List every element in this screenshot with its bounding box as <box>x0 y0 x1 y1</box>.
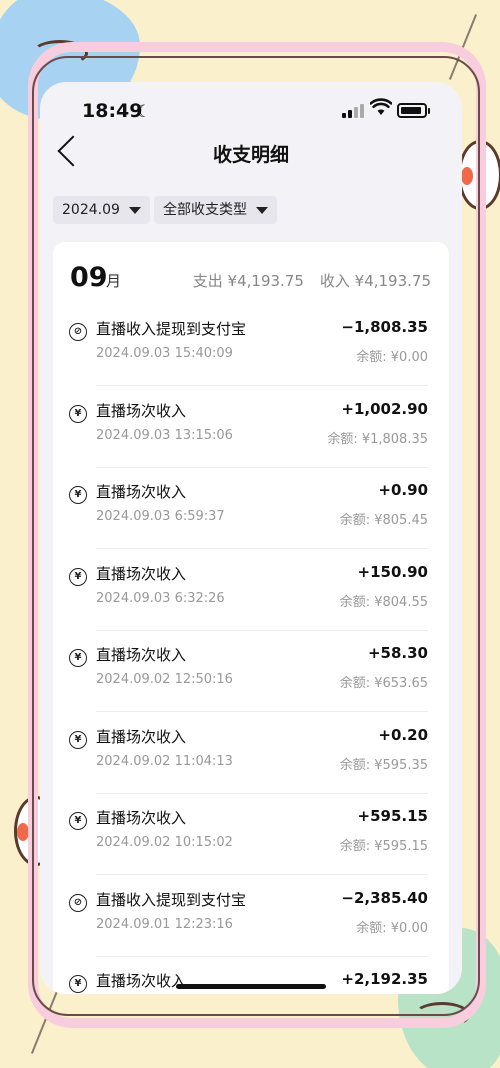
transaction-title: 直播场次收入 <box>96 483 187 501</box>
transaction-balance: 余额: ¥0.00 <box>356 920 428 936</box>
transaction-time: 2024.09.03 6:59:37 <box>96 509 225 524</box>
transaction-balance: 余额: ¥595.15 <box>339 839 428 854</box>
battery-icon <box>397 103 430 118</box>
transaction-amount: −1,808.35 <box>341 318 428 336</box>
month-unit: 月 <box>106 272 122 290</box>
income-icon: ¥ <box>69 730 87 749</box>
transaction-balance: 余额: ¥804.55 <box>339 594 428 610</box>
month-summary: 支出 ¥4,193.75 收入 ¥4,193.75 <box>193 270 431 291</box>
transaction-time: 2024.09.02 12:50:16 <box>96 672 233 687</box>
wifi-icon <box>369 98 393 121</box>
transaction-row[interactable]: ⊘ 直播收入提现到支付宝 2024.09.01 12:23:16 −2,385.40 余… <box>53 875 449 957</box>
phone-screen: 18:49 ☾ 收支明细 2024.09 全部收支类型 09 月 支出 ¥4,1… <box>40 82 462 994</box>
transaction-title: 直播场次收入 <box>96 972 187 990</box>
month-filter-dropdown[interactable]: 2024.09 <box>53 196 150 224</box>
transaction-row[interactable]: ¥ 直播场次收入 2024.09.02 12:50:16 +58.30 余额: ¥653… <box>53 630 449 712</box>
withdraw-icon: ⊘ <box>69 323 87 341</box>
transaction-amount: +58.30 <box>367 644 428 662</box>
transaction-time: 2024.09.03 6:32:26 <box>96 590 225 606</box>
income-icon: ¥ <box>69 975 87 993</box>
transaction-time: 2024.09.03 13:15:06 <box>96 427 233 443</box>
type-filter-label: 全部收支类型 <box>163 202 247 218</box>
caret-down-icon <box>256 207 268 214</box>
transaction-amount: +595.15 <box>357 807 428 825</box>
caret-down-icon <box>128 207 141 214</box>
transaction-title: 直播场次收入 <box>96 727 187 746</box>
income-icon: ¥ <box>69 812 87 830</box>
income-icon: ¥ <box>69 486 87 504</box>
transaction-title: 直播场次收入 <box>96 564 187 583</box>
month-number: 09 <box>70 262 108 293</box>
transaction-time: 2024.09.03 15:40:09 <box>96 346 233 361</box>
home-indicator[interactable] <box>176 984 326 989</box>
transaction-time: 2024.09.02 11:04:13 <box>96 753 233 769</box>
transaction-row[interactable]: ¥ 直播场次收入 2024.09.02 10:15:02 +595.15 余额: ¥59… <box>53 793 449 875</box>
transaction-amount: +2,192.35 <box>341 970 428 988</box>
transaction-title: 直播场次收入 <box>96 646 187 664</box>
income-total: 收入 ¥4,193.75 <box>319 272 431 290</box>
transaction-row[interactable]: ¥ 直播场次收入 2024.09.03 6:32:26 +150.90 余额: ¥804… <box>53 549 449 631</box>
transaction-amount: +0.20 <box>378 725 428 744</box>
transaction-time: 2024.09.02 10:15:02 <box>96 835 233 850</box>
transaction-row[interactable]: ⊘ 直播收入提现到支付宝 2024.09.03 15:40:09 −1,808.35 余… <box>53 304 449 386</box>
transaction-balance: 余额: ¥1,808.35 <box>327 431 428 447</box>
page-title: 收支明细 <box>212 144 289 166</box>
transaction-title: 直播场次收入 <box>96 401 187 420</box>
transaction-row[interactable]: ¥ 直播场次收入 2024.09.03 13:15:06 +1,002.90 余额: ¥… <box>53 386 449 468</box>
transaction-amount: +1,002.90 <box>341 399 428 418</box>
transaction-amount: −2,385.40 <box>341 888 428 907</box>
income-icon: ¥ <box>69 649 87 667</box>
transaction-balance: 余额: ¥805.45 <box>339 513 428 528</box>
transaction-time: 2024.09.01 12:23:16 <box>96 916 233 932</box>
income-icon: ¥ <box>69 567 87 586</box>
transaction-amount: +0.90 <box>378 481 428 499</box>
transaction-amount: +150.90 <box>357 562 428 581</box>
moon-icon: ☾ <box>136 102 152 122</box>
transaction-title: 直播收入提现到支付宝 <box>96 320 247 338</box>
transaction-row[interactable]: ¥ 直播场次收入 2024.09.02 11:04:13 +0.20 余额: ¥595.… <box>53 712 449 794</box>
transaction-balance: 余额: ¥595.35 <box>339 757 428 773</box>
transaction-balance: 余额: ¥0.00 <box>356 350 428 365</box>
transaction-balance: 余额: ¥653.65 <box>339 676 428 691</box>
transaction-title: 直播收入提现到支付宝 <box>96 890 247 909</box>
status-time: 18:49 <box>82 100 143 122</box>
status-bar: 18:49 ☾ <box>40 82 462 142</box>
income-icon: ¥ <box>69 404 87 423</box>
type-filter-dropdown[interactable]: 全部收支类型 <box>154 196 277 224</box>
expense-total: 支出 ¥4,193.75 <box>192 272 304 290</box>
month-filter-label: 2024.09 <box>62 202 120 218</box>
transaction-list-card: 09 月 支出 ¥4,193.75 收入 ¥4,193.75 ⊘ 直播收入提现到支付… <box>53 242 449 994</box>
transaction-title: 直播场次收入 <box>96 809 187 827</box>
signal-icon <box>342 104 366 118</box>
withdraw-icon: ⊘ <box>69 893 87 912</box>
transaction-row[interactable]: ¥ 直播场次收入 2024.09.03 6:59:37 +0.90 余额: ¥805.4… <box>53 467 449 549</box>
